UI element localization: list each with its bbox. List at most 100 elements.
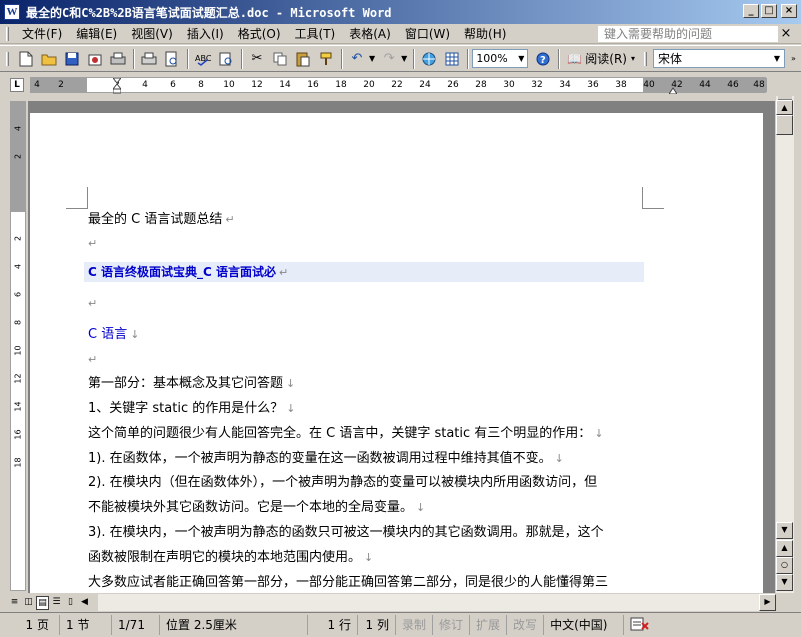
doc-paragraph[interactable]: 2). 在模块内（但在函数体外），一个被声明为静态的变量可以被模块内所用函数访问… — [88, 474, 597, 492]
ruler-tick: 2 — [58, 80, 64, 90]
doc-paragraph[interactable]: ↵ — [88, 235, 97, 253]
print-setup-icon[interactable] — [107, 48, 129, 70]
close-document-icon[interactable]: × — [778, 26, 794, 41]
menu-view[interactable]: 视图(V) — [124, 25, 180, 43]
scroll-up-icon[interactable]: ▲ — [776, 100, 793, 115]
menu-grip[interactable] — [6, 26, 9, 41]
reading-layout-button[interactable]: 📖 阅读(R) — [563, 50, 631, 67]
doc-paragraph[interactable]: 不能被模块外其它函数访问。它是一个本地的全局变量。 ↓ — [88, 499, 425, 517]
help-search-input[interactable]: 键入需要帮助的问题 — [598, 25, 778, 42]
scroll-thumb[interactable] — [776, 115, 793, 135]
reading-view-icon[interactable]: ▯ — [64, 596, 77, 610]
doc-paragraph[interactable]: 函数被限制在声明它的模块的本地范围内使用。 ↓ — [88, 549, 373, 567]
undo-icon[interactable]: ↶ — [346, 48, 368, 70]
insert-hyperlink-icon[interactable] — [418, 48, 440, 70]
previous-page-icon[interactable]: ▲ — [776, 540, 793, 557]
spelling-check-icon[interactable]: ABC — [192, 48, 214, 70]
doc-paragraph[interactable]: 第一部分：基本概念及其它问答题 ↓ — [88, 375, 295, 393]
minimize-button[interactable]: _ — [743, 4, 759, 18]
vertical-ruler[interactable]: 4 2 2 4 6 8 10 12 14 16 18 — [10, 101, 26, 591]
help-search: 键入需要帮助的问题 × — [598, 25, 798, 42]
menu-edit[interactable]: 编辑(E) — [69, 25, 124, 43]
doc-paragraph[interactable]: 最全的 C 语言试题总结 ↵ — [88, 211, 235, 229]
ruler-tick: 34 — [559, 80, 571, 90]
menu-insert[interactable]: 插入(I) — [180, 25, 231, 43]
doc-paragraph[interactable]: 3). 在模块内，一个被声明为静态的函数只可被这一模块内的其它函数调用。那就是，… — [88, 524, 604, 542]
doc-paragraph[interactable]: ↵ — [88, 351, 97, 369]
redo-icon[interactable]: ↷ — [378, 48, 400, 70]
cut-icon[interactable]: ✂ — [246, 48, 268, 70]
toolbar-overflow-icon[interactable]: » — [791, 54, 796, 63]
word-app-icon[interactable]: W — [4, 4, 20, 20]
font-dropdown-icon[interactable]: ▼ — [770, 54, 784, 63]
line-break-icon: ↓ — [364, 551, 374, 564]
status-rec[interactable]: 录制 — [396, 615, 434, 635]
status-bar: 1 页 1 节 1/71 位置 2.5厘米 1 行 1 列 录制 修订 扩展 改… — [0, 612, 801, 637]
menu-tools[interactable]: 工具(T) — [288, 25, 343, 43]
spelling-status-icon[interactable] — [630, 617, 650, 634]
format-painter-icon[interactable] — [315, 48, 337, 70]
toolbar-grip[interactable] — [6, 51, 9, 66]
vruler-tick: 2 — [13, 153, 23, 160]
tab-selector-icon[interactable]: L — [10, 78, 24, 92]
reading-label: 阅读(R) — [585, 52, 627, 66]
scroll-right-icon[interactable]: ▶ — [759, 594, 776, 611]
paragraph-mark-icon: ↵ — [88, 353, 98, 366]
status-overtype[interactable]: 改写 — [507, 615, 545, 635]
status-position: 位置 2.5厘米 — [160, 615, 308, 635]
doc-paragraph[interactable]: 1、关键字 static 的作用是什么？ ↓ — [88, 400, 295, 418]
menu-help[interactable]: 帮助(H) — [457, 25, 513, 43]
copy-icon[interactable] — [269, 48, 291, 70]
vertical-scrollbar[interactable]: ▲ ▼ ▲ ○ ▼ — [776, 96, 794, 593]
permission-icon[interactable] — [84, 48, 106, 70]
paste-icon[interactable] — [292, 48, 314, 70]
ruler-tick: 46 — [727, 80, 739, 90]
help-icon[interactable]: ? — [532, 48, 554, 70]
web-layout-icon[interactable]: ◫ — [22, 596, 35, 610]
close-button[interactable]: × — [781, 4, 797, 18]
status-track-changes[interactable]: 修订 — [433, 615, 471, 635]
document-page[interactable]: 最全的 C 语言试题总结 ↵ ↵ C 语言终极面试宝典_C 语言面试必 ↵ ↵ C … — [30, 113, 763, 593]
status-language[interactable]: 中文(中国) — [544, 615, 625, 635]
formatting-toolbar-grip[interactable] — [643, 51, 647, 66]
doc-heading[interactable]: C 语言终极面试宝典_C 语言面试必 ↵ — [88, 263, 288, 282]
open-folder-icon[interactable] — [38, 48, 60, 70]
zoom-dropdown-icon[interactable]: ▼ — [515, 54, 527, 63]
horizontal-scrollbar[interactable]: ▶ — [98, 594, 776, 611]
doc-paragraph[interactable]: 1). 在函数体，一个被声明为静态的变量在这一函数被调用过程中维持其值不变。 ↓ — [88, 450, 564, 468]
menu-file[interactable]: 文件(F) — [15, 25, 69, 43]
outline-view-icon[interactable]: ☰ — [50, 596, 63, 610]
doc-paragraph[interactable]: ↵ — [88, 295, 97, 313]
menu-format[interactable]: 格式(O) — [231, 25, 288, 43]
next-page-icon[interactable]: ▼ — [776, 574, 793, 591]
menu-window[interactable]: 窗口(W) — [398, 25, 457, 43]
print-icon[interactable] — [138, 48, 160, 70]
document-area[interactable]: 最全的 C 语言试题总结 ↵ ↵ C 语言终极面试宝典_C 语言面试必 ↵ ↵ C … — [28, 101, 775, 593]
status-extend[interactable]: 扩展 — [470, 615, 508, 635]
doc-paragraph[interactable]: 大多数应试者能正确回答第一部分，一部分能正确回答第二部分，同是很少的人能懂得第三 — [88, 574, 608, 592]
print-layout-icon[interactable]: ▤ — [36, 595, 49, 610]
doc-paragraph[interactable]: 这个简单的问题很少有人能回答完全。在 C 语言中，关键字 static 有三个明… — [88, 425, 604, 443]
doc-paragraph[interactable]: C 语言 ↓ — [88, 326, 139, 344]
zoom-select[interactable]: 100% ▼ — [472, 49, 529, 68]
horizontal-ruler[interactable]: 4 2 2 4 6 8 10 12 14 16 18 20 22 24 26 2… — [30, 77, 767, 94]
tables-borders-icon[interactable] — [441, 48, 463, 70]
scroll-left-icon[interactable]: ◀ — [78, 596, 91, 610]
scroll-down-icon[interactable]: ▼ — [776, 522, 793, 539]
right-indent-marker-icon[interactable] — [669, 84, 677, 94]
print-preview-icon[interactable] — [161, 48, 183, 70]
svg-text:ABC: ABC — [195, 54, 211, 63]
maximize-button[interactable]: □ — [761, 4, 777, 18]
redo-dropdown-icon[interactable]: ▼ — [401, 54, 407, 63]
undo-dropdown-icon[interactable]: ▼ — [369, 54, 375, 63]
font-select[interactable]: 宋体 ▼ — [652, 49, 785, 68]
new-document-icon[interactable] — [15, 48, 37, 70]
select-browse-object-icon[interactable]: ○ — [776, 557, 793, 574]
normal-view-icon[interactable]: ≡ — [8, 596, 21, 610]
research-icon[interactable] — [215, 48, 237, 70]
menu-table[interactable]: 表格(A) — [342, 25, 398, 43]
indent-marker-icon[interactable] — [113, 78, 121, 94]
toolbar-options-icon[interactable]: ▾ — [631, 54, 635, 63]
vruler-tick: 16 — [13, 429, 23, 440]
save-icon[interactable] — [61, 48, 83, 70]
